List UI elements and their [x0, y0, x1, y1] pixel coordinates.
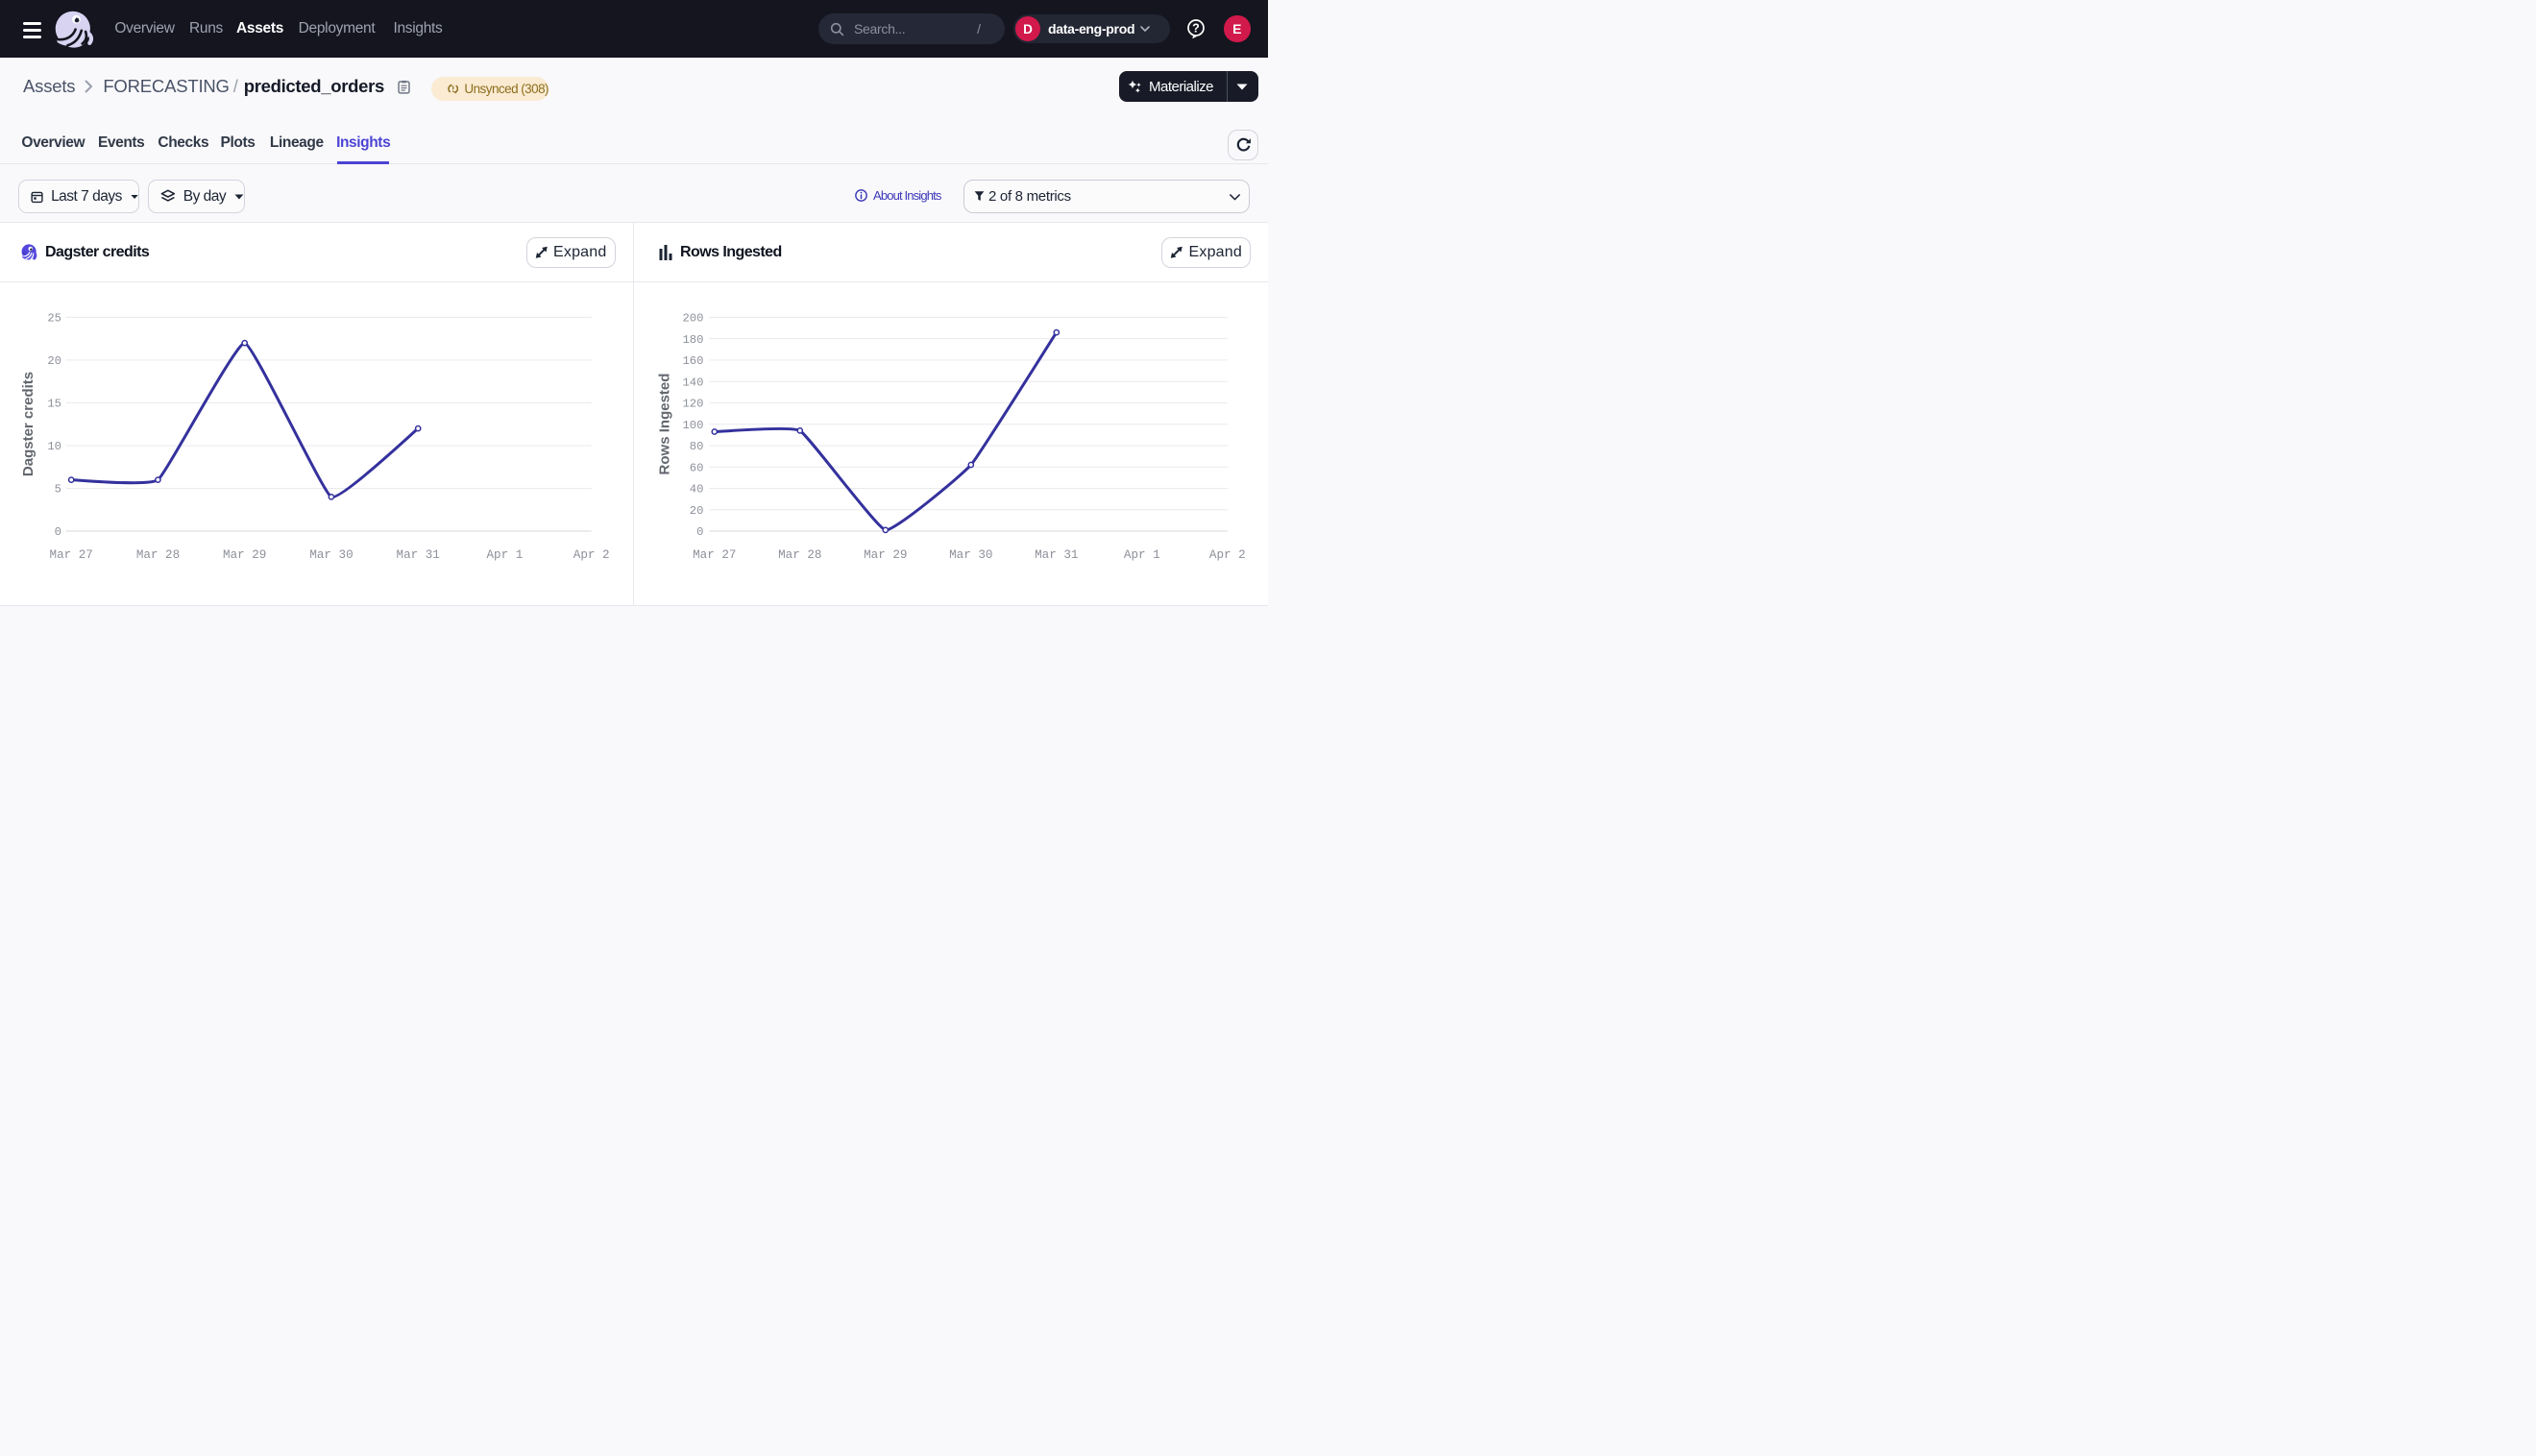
svg-text:25: 25 — [47, 312, 61, 326]
svg-text:40: 40 — [690, 483, 704, 497]
svg-text:200: 200 — [682, 312, 703, 326]
svg-text:10: 10 — [47, 440, 61, 453]
svg-text:20: 20 — [47, 354, 61, 368]
svg-text:Apr 1: Apr 1 — [1124, 548, 1160, 562]
svg-text:20: 20 — [690, 504, 704, 518]
svg-text:Mar 30: Mar 30 — [309, 548, 353, 562]
svg-text:120: 120 — [682, 398, 703, 411]
svg-text:60: 60 — [690, 461, 704, 474]
svg-text:Rows Ingested: Rows Ingested — [657, 374, 673, 475]
svg-text:180: 180 — [682, 333, 703, 347]
svg-text:Mar 30: Mar 30 — [949, 548, 992, 562]
svg-text:Mar 27: Mar 27 — [50, 548, 93, 562]
svg-text:Apr 2: Apr 2 — [1209, 548, 1246, 562]
svg-text:Mar 31: Mar 31 — [1035, 548, 1078, 562]
svg-text:Dagster credits: Dagster credits — [20, 372, 37, 476]
svg-text:Mar 29: Mar 29 — [864, 548, 907, 562]
svg-text:Mar 27: Mar 27 — [693, 548, 736, 562]
svg-text:Apr 2: Apr 2 — [573, 548, 610, 562]
svg-text:0: 0 — [696, 525, 703, 539]
svg-text:5: 5 — [55, 483, 61, 497]
svg-text:100: 100 — [682, 419, 703, 432]
svg-text:Mar 31: Mar 31 — [397, 548, 440, 562]
svg-text:80: 80 — [690, 440, 704, 453]
svg-text:Mar 28: Mar 28 — [136, 548, 180, 562]
svg-text:140: 140 — [682, 376, 703, 389]
svg-text:15: 15 — [47, 398, 61, 411]
svg-text:160: 160 — [682, 354, 703, 368]
svg-text:0: 0 — [55, 525, 61, 539]
svg-text:Mar 28: Mar 28 — [778, 548, 821, 562]
svg-text:Apr 1: Apr 1 — [487, 548, 524, 562]
svg-text:Mar 29: Mar 29 — [223, 548, 266, 562]
